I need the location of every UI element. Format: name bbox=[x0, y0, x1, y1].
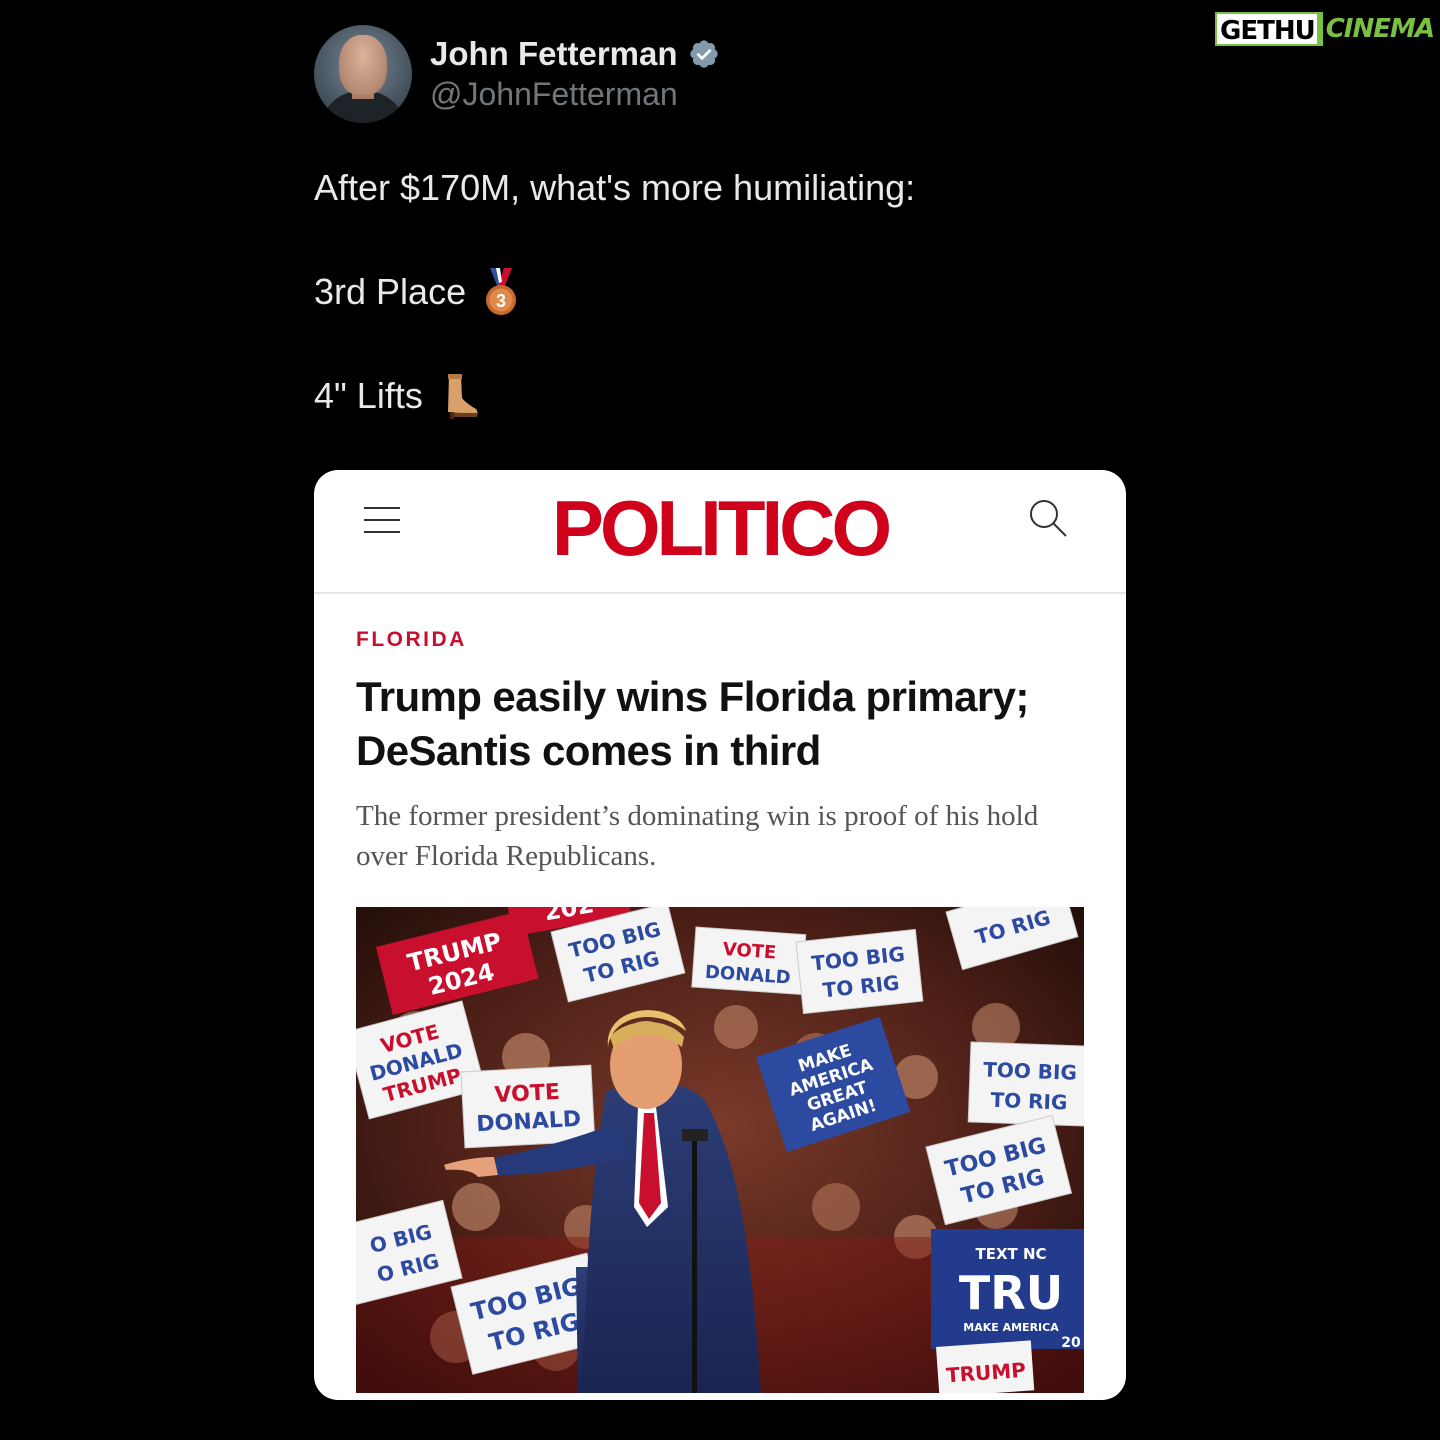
search-icon[interactable] bbox=[1026, 496, 1070, 540]
svg-text:TO RIG: TO RIG bbox=[990, 1088, 1068, 1115]
tweet-text: 3rd Place bbox=[314, 271, 467, 312]
article-card[interactable]: POLITICO FLORIDA Trump easily wins Flori… bbox=[314, 470, 1126, 1400]
article-headline[interactable]: Trump easily wins Florida primary; DeSan… bbox=[356, 670, 1096, 778]
watermark-part-b: CINEMA bbox=[1325, 14, 1435, 44]
svg-text:3: 3 bbox=[496, 291, 506, 311]
svg-text:TRU: TRU bbox=[959, 1266, 1063, 1320]
3rd-place-medal-icon: 3 bbox=[486, 268, 517, 315]
verified-badge-icon bbox=[689, 40, 718, 68]
article-dek: The former president’s dominating win is… bbox=[356, 800, 1039, 872]
watermark-part-a: GETHU bbox=[1215, 12, 1317, 46]
svg-text:TEXT NC: TEXT NC bbox=[975, 1245, 1046, 1263]
watermark-logo: GETHU CINEMA bbox=[1215, 12, 1435, 46]
svg-text:MAKE AMERICA: MAKE AMERICA bbox=[963, 1321, 1059, 1334]
tweet-text: After $170M, what's more humiliating: bbox=[314, 167, 916, 208]
handle[interactable]: @JohnFetterman bbox=[430, 74, 720, 114]
article-photo: TRUMP 2024 202 TOO BIG TO RIG VOTE DONAL… bbox=[356, 907, 1084, 1393]
svg-text:TOO BIG: TOO BIG bbox=[983, 1057, 1077, 1084]
svg-text:VOTE: VOTE bbox=[722, 939, 777, 964]
page: GETHU CINEMA John Fetterman @JohnFetterm… bbox=[0, 0, 1440, 1440]
tweet-header: John Fetterman @JohnFetterman bbox=[314, 25, 720, 123]
site-header: POLITICO bbox=[314, 470, 1126, 594]
author-block: John Fetterman @JohnFetterman bbox=[430, 34, 720, 114]
tweet-text-line: 3rd Place 3 bbox=[314, 268, 518, 316]
svg-text:VOTE: VOTE bbox=[494, 1080, 561, 1108]
display-name[interactable]: John Fetterman bbox=[430, 34, 678, 74]
svg-text:20: 20 bbox=[1061, 1335, 1081, 1351]
avatar[interactable] bbox=[314, 25, 412, 123]
boot-icon bbox=[447, 374, 478, 419]
tweet-text-line: 4" Lifts bbox=[314, 372, 479, 420]
tweet-text-line: After $170M, what's more humiliating: bbox=[314, 166, 915, 210]
tweet-text: 4" Lifts bbox=[314, 375, 423, 416]
politico-logo[interactable]: POLITICO bbox=[314, 480, 1126, 576]
section-label[interactable]: FLORIDA bbox=[356, 628, 467, 652]
